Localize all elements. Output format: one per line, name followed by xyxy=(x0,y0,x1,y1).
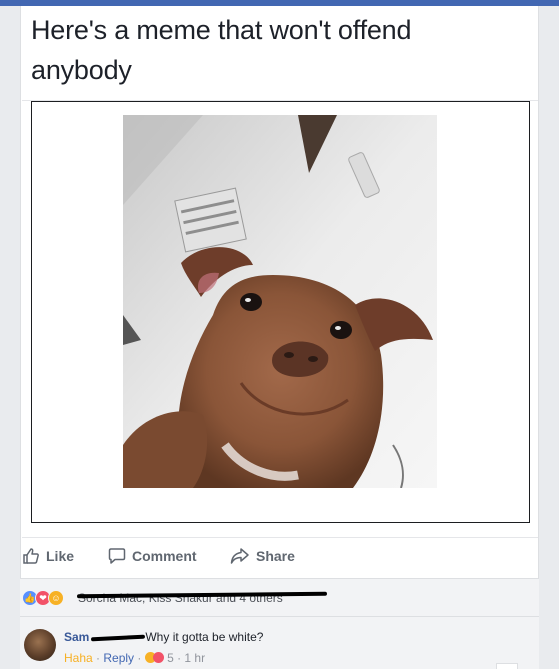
scrollbar-corner xyxy=(496,663,518,669)
post-text: Here's a meme that won't offend anybody xyxy=(31,15,412,85)
reply-link[interactable]: Reply xyxy=(103,651,134,665)
haha-reaction-link[interactable]: Haha xyxy=(64,651,93,665)
like-label: Like xyxy=(46,548,75,564)
comment-meta: Haha · Reply · 5 · 1 hr xyxy=(64,651,205,665)
thumbs-up-icon xyxy=(23,548,39,564)
divider xyxy=(22,537,538,538)
comment-button[interactable]: Comment xyxy=(108,540,197,572)
reaction-icons: 👍 ❤ ☺ xyxy=(22,590,64,606)
post-actions: Like Comment Share xyxy=(22,540,538,572)
love-icon xyxy=(152,652,164,663)
comment: Sam Why it gotta be white? xyxy=(64,630,263,645)
dog-photo[interactable] xyxy=(123,115,437,488)
comment-label: Comment xyxy=(132,548,197,564)
meta-separator: · xyxy=(173,651,185,665)
reactions-bar[interactable]: 👍 ❤ ☺ Sorcha Mac, Kiss Shakur and 4 othe… xyxy=(20,578,539,616)
commenter-name[interactable]: Sam xyxy=(64,630,89,644)
like-button[interactable]: Like xyxy=(22,540,74,572)
meta-separator: · xyxy=(92,651,104,665)
haha-reaction-icon: ☺ xyxy=(48,590,64,606)
comment-section: Sam Why it gotta be white? Haha · Reply ·… xyxy=(20,616,539,669)
share-label: Share xyxy=(256,548,295,564)
meta-separator: · xyxy=(134,651,145,665)
comment-bubble-icon xyxy=(108,548,126,564)
comment-timestamp[interactable]: 1 hr xyxy=(184,651,205,665)
share-button[interactable]: Share xyxy=(230,540,295,572)
redaction-mark xyxy=(91,634,146,642)
dog-photo-illustration xyxy=(123,115,437,488)
avatar[interactable] xyxy=(24,629,56,661)
share-arrow-icon xyxy=(230,548,249,564)
comment-reaction-count[interactable]: 5 xyxy=(167,651,174,665)
comment-text: Why it gotta be white? xyxy=(145,630,264,644)
